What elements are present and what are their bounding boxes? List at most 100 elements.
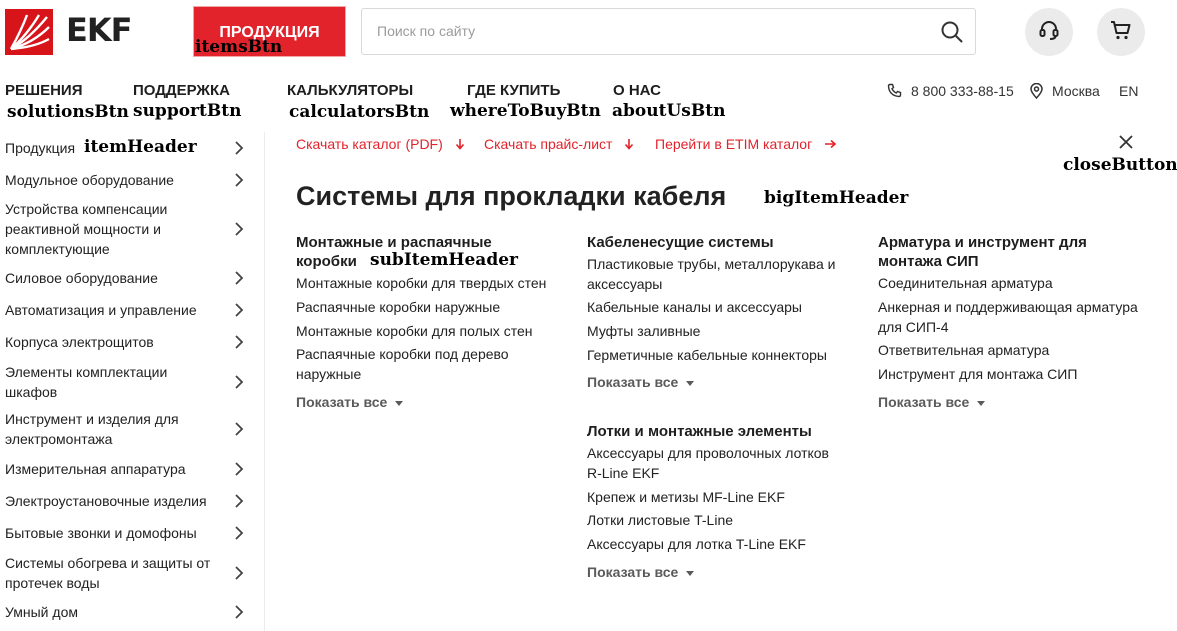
category-link[interactable]: Крепеж и метизы MF-Line EKF [587, 487, 785, 507]
sidebar-item-label: Инструмент и изделия для электромонтажа [5, 411, 179, 447]
nav-about[interactable]: О НАС [613, 82, 661, 99]
sidebar-item-label: Электроустановочные изделия [5, 493, 207, 509]
sidebar-item-label: Силовое оборудование [5, 270, 158, 286]
chevron-right-icon [235, 222, 244, 236]
category-link[interactable]: Лотки листовые T-Line [587, 510, 733, 530]
page-title: Системы для прокладки кабеля [296, 181, 727, 211]
city-selector[interactable]: Москва [1052, 83, 1100, 99]
etim-catalog-link[interactable]: Перейти в ETIM каталог [655, 136, 837, 152]
ekf-logo-icon[interactable] [5, 9, 53, 55]
cart-button[interactable] [1097, 8, 1145, 56]
show-all-label: Показать все [878, 394, 970, 410]
nav-solutions[interactable]: РЕШЕНИЯ [5, 82, 82, 99]
sidebar-item-cabinet-elements[interactable]: Элементы комплектации шкафов [5, 362, 255, 402]
category-link[interactable]: Муфты заливные [587, 321, 700, 341]
sidebar-item-label: Умный дом [5, 604, 78, 620]
sidebar-item-label: Измерительная аппаратура [5, 461, 186, 477]
download-catalog-label: Скачать каталог (PDF) [296, 136, 443, 152]
solutions-btn-annotation: solutionsBtn [7, 102, 129, 122]
show-all-button[interactable]: Показать все [587, 564, 695, 580]
big-item-header-annotation: bigItemHeader [764, 188, 909, 208]
sidebar-item-label: Корпуса электрощитов [5, 334, 154, 350]
etim-catalog-label: Перейти в ETIM каталог [655, 136, 813, 152]
location-pin-icon [1030, 82, 1043, 104]
about-us-btn-annotation: aboutUsBtn [612, 101, 726, 121]
sidebar-item-compensation[interactable]: Устройства компенсации реактивной мощнос… [5, 199, 255, 259]
caret-down-icon [977, 400, 986, 406]
show-all-label: Показать все [296, 394, 388, 410]
item-header-annotation: itemHeader [84, 137, 197, 157]
category-link[interactable]: Монтажные коробки для полых стен [296, 321, 532, 341]
category-title-sip[interactable]: Арматура и инструмент для монтажа СИП [878, 233, 1118, 271]
category-link[interactable]: Распаячные коробки под дерево наружные [296, 344, 546, 384]
caret-down-icon [395, 400, 404, 406]
nav-calculators[interactable]: КАЛЬКУЛЯТОРЫ [287, 82, 413, 99]
calculators-btn-annotation: calculatorsBtn [289, 102, 430, 122]
sidebar-item-smart-home[interactable]: Умный дом [5, 602, 255, 622]
category-link[interactable]: Аксессуары для лотка T-Line EKF [587, 534, 806, 554]
category-link[interactable]: Распаячные коробки наружные [296, 297, 500, 317]
phone-number[interactable]: 8 800 333-88-15 [911, 83, 1014, 99]
items-btn-annotation: itemsBtn [195, 37, 283, 57]
sidebar-item-wiring-devices[interactable]: Электроустановочные изделия [5, 491, 255, 511]
sidebar-item-measuring[interactable]: Измерительная аппаратура [5, 459, 255, 479]
sidebar-item-doorbells[interactable]: Бытовые звонки и домофоны [5, 523, 255, 543]
sidebar-item-label: Автоматизация и управление [5, 302, 197, 318]
nav-where-to-buy[interactable]: ГДЕ КУПИТЬ [467, 82, 560, 99]
sidebar-item-enclosures[interactable]: Корпуса электрощитов [5, 332, 255, 352]
category-link[interactable]: Аксессуары для проволочных лотков R-Line… [587, 443, 847, 483]
chevron-right-icon [235, 566, 244, 580]
logo-text[interactable]: EKF [66, 14, 133, 46]
search-icon[interactable] [941, 21, 963, 48]
headset-icon [1038, 19, 1060, 46]
close-icon[interactable] [1119, 135, 1133, 154]
arrow-right-icon [825, 139, 837, 149]
category-link[interactable]: Пластиковые трубы, металлорукава и аксес… [587, 254, 857, 294]
chevron-right-icon [235, 375, 244, 389]
chevron-right-icon [235, 605, 244, 619]
sidebar-item-label: Бытовые звонки и домофоны [5, 525, 197, 541]
show-all-label: Показать все [587, 564, 679, 580]
chevron-right-icon [235, 141, 244, 155]
search-input[interactable] [362, 9, 917, 53]
category-link[interactable]: Кабельные каналы и аксессуары [587, 297, 802, 317]
support-btn-annotation: supportBtn [133, 101, 242, 121]
category-link[interactable]: Анкерная и поддерживающая арматура для С… [878, 297, 1158, 337]
category-link[interactable]: Монтажные коробки для твердых стен [296, 273, 546, 293]
arrow-down-icon [455, 139, 464, 150]
show-all-button[interactable]: Показать все [296, 394, 404, 410]
chevron-right-icon [235, 422, 244, 436]
language-switch[interactable]: EN [1119, 83, 1138, 99]
caret-down-icon [686, 570, 695, 576]
sidebar-item-tools[interactable]: Инструмент и изделия для электромонтажа [5, 409, 255, 449]
category-link[interactable]: Герметичные кабельные коннекторы [587, 345, 827, 365]
chevron-right-icon [235, 303, 244, 317]
chevron-right-icon [235, 173, 244, 187]
arrow-down-icon [625, 139, 634, 150]
sidebar-item-label: Устройства компенсации реактивной мощнос… [5, 201, 168, 257]
search-box [361, 8, 976, 55]
category-link[interactable]: Соединительная арматура [878, 273, 1053, 293]
category-link[interactable]: Ответвительная арматура [878, 340, 1049, 360]
sidebar-item-modular[interactable]: Модульное оборудование [5, 170, 255, 190]
sidebar-item-heating[interactable]: Системы обогрева и защиты от протечек во… [5, 553, 255, 593]
show-all-button[interactable]: Показать все [878, 394, 986, 410]
download-price-link[interactable]: Скачать прайс-лист [484, 136, 634, 152]
chevron-right-icon [235, 526, 244, 540]
chevron-right-icon [235, 462, 244, 476]
close-button-annotation: closeButton [1063, 155, 1177, 175]
support-button[interactable] [1025, 8, 1073, 56]
sidebar-item-label: Модульное оборудование [5, 172, 174, 188]
nav-support[interactable]: ПОДДЕРЖКА [133, 82, 230, 99]
category-title-cable-systems[interactable]: Кабеленесущие системы [587, 233, 847, 252]
caret-down-icon [686, 380, 695, 386]
category-title-trays[interactable]: Лотки и монтажные элементы [587, 422, 857, 441]
chevron-right-icon [235, 271, 244, 285]
chevron-right-icon [235, 494, 244, 508]
download-catalog-link[interactable]: Скачать каталог (PDF) [296, 136, 465, 152]
sidebar-item-automation[interactable]: Автоматизация и управление [5, 300, 255, 320]
category-link[interactable]: Инструмент для монтажа СИП [878, 364, 1077, 384]
chevron-right-icon [235, 335, 244, 349]
show-all-button[interactable]: Показать все [587, 374, 695, 390]
sidebar-item-power[interactable]: Силовое оборудование [5, 268, 255, 288]
